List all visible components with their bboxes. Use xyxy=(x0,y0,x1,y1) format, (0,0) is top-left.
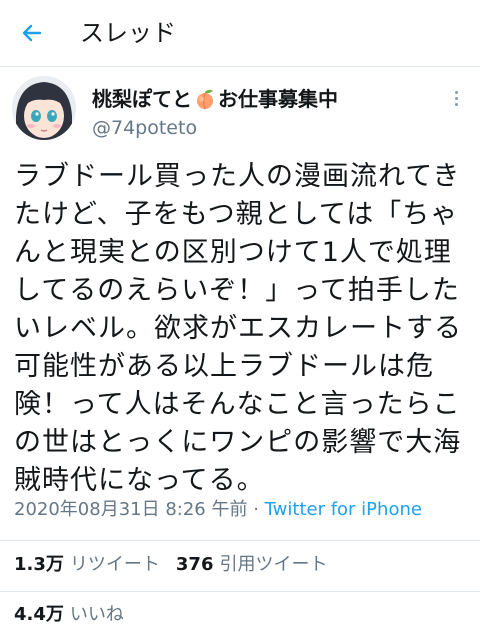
tweet-line: の世はとっくにワンピの影響で大海 xyxy=(14,427,462,458)
stats-divider-middle xyxy=(0,591,480,592)
quotes-count: 376 xyxy=(175,554,214,575)
header-divider xyxy=(0,66,480,67)
user-handle[interactable]: @74poteto xyxy=(92,116,197,140)
peach-icon xyxy=(194,88,216,110)
retweets-label: リツイート xyxy=(69,554,160,575)
more-vertical-icon[interactable] xyxy=(444,84,468,112)
meta-separator: · xyxy=(247,499,265,520)
retweet-stats-row: 1.3万 リツイート 376 引用ツイート xyxy=(14,553,327,577)
source-link[interactable]: Twitter for iPhone xyxy=(265,499,422,520)
tweet-line: 険！って人はそんなこと言ったらこ xyxy=(14,389,461,420)
tweet-meta: 2020年08月31日 8:26 午前 · Twitter for iPhone xyxy=(14,498,422,522)
like-stat[interactable]: 4.4万 いいね xyxy=(14,604,124,625)
quote-stat[interactable]: 376 引用ツイート xyxy=(176,554,328,575)
tweet-text: ラブドール買った人の漫画流れてき たけど、子をもつ親としては「ちゃ んと現実との… xyxy=(14,158,472,500)
tweet-line: 賊時代になってる。 xyxy=(14,465,265,496)
app-header: スレッド xyxy=(0,0,480,66)
retweet-stat[interactable]: 1.3万 リツイート xyxy=(14,554,160,575)
likes-count: 4.4万 xyxy=(14,604,64,625)
avatar[interactable] xyxy=(12,76,76,140)
likes-label: いいね xyxy=(69,604,124,625)
timestamp[interactable]: 2020年08月31日 8:26 午前 xyxy=(14,499,247,520)
quotes-label: 引用ツイート xyxy=(219,554,328,575)
arrow-left-icon[interactable] xyxy=(16,17,48,49)
tweet-line: 可能性がある以上ラブドールは危 xyxy=(14,351,434,382)
tweet-line: してるのえらいぞ！」って拍手した xyxy=(14,275,460,306)
likes-stats-row: 4.4万 いいね xyxy=(14,603,124,627)
retweets-count: 1.3万 xyxy=(14,554,64,575)
tweet-line: ラブドール買った人の漫画流れてき xyxy=(14,161,461,192)
display-name[interactable]: 桃梨ぽてと お仕事募集中 xyxy=(92,86,338,112)
tweet-line: んと現実との区別つけて1人で処理 xyxy=(14,237,452,268)
stats-divider-top xyxy=(0,540,480,541)
display-name-part1: 桃梨ぽてと xyxy=(92,87,192,111)
tweet-line: たけど、子をもつ親としては「ちゃ xyxy=(14,199,459,230)
display-name-part2: お仕事募集中 xyxy=(218,87,338,111)
page-title: スレッド xyxy=(80,19,176,47)
tweet-line: いレベル。欲求がエスカレートする xyxy=(14,313,462,344)
